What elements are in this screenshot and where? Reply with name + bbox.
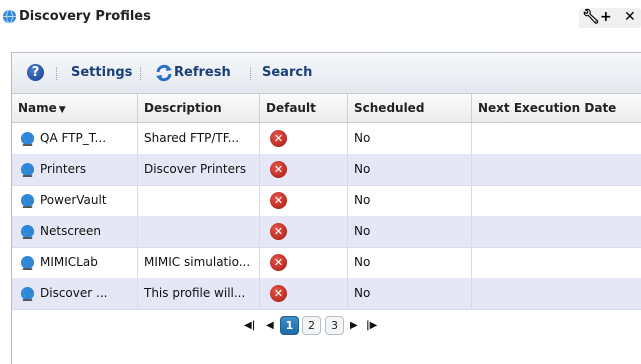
settings-button[interactable]: Settings: [71, 65, 132, 80]
plus-icon[interactable]: +: [600, 9, 612, 25]
globe-icon: [2, 9, 17, 24]
default-cell: ✕: [260, 278, 348, 309]
name-cell: Printers: [12, 154, 138, 185]
scheduled-cell: No: [348, 278, 472, 309]
first-page-icon[interactable]: ◀︎|: [244, 320, 255, 331]
description-cell: Discover Printers: [138, 154, 260, 185]
scheduled-cell: No: [348, 123, 472, 154]
name-cell: PowerVault: [12, 185, 138, 216]
scheduled-cell: No: [348, 154, 472, 185]
description-cell: MIMIC simulatio...: [138, 247, 260, 278]
description-cell: [138, 216, 260, 247]
page-1-button[interactable]: 1: [280, 316, 299, 335]
next-execution-cell: [472, 278, 641, 309]
x-icon: ✕: [270, 130, 287, 147]
sort-desc-icon: ▼: [58, 105, 66, 115]
column-header-description[interactable]: Description: [138, 94, 260, 122]
pagination: ◀︎| ◀︎ 1 2 3 ▶︎ |▶︎: [12, 310, 641, 364]
column-header-name[interactable]: Name ▼: [12, 94, 138, 122]
profile-globe-icon: [20, 193, 35, 208]
next-execution-cell: [472, 123, 641, 154]
name-cell: Netscreen: [12, 216, 138, 247]
page-2-button[interactable]: 2: [302, 316, 321, 335]
title-tools: 🔧︎ + ✕: [579, 8, 641, 28]
table-row[interactable]: QA FTP_T... Shared FTP/TF... ✕ No: [12, 123, 641, 155]
toolbar-separator: [250, 67, 253, 80]
scheduled-cell: No: [348, 185, 472, 216]
table-row[interactable]: Discover ... This profile will... ✕ No: [12, 278, 641, 310]
last-page-icon[interactable]: |▶︎: [366, 320, 377, 331]
profile-globe-icon: [20, 224, 35, 239]
name-cell: Discover ...: [12, 278, 138, 309]
help-icon[interactable]: ?: [27, 64, 44, 81]
table-header: Name ▼ Description Default Scheduled Next…: [12, 94, 641, 123]
column-header-default[interactable]: Default: [260, 94, 348, 122]
table-row[interactable]: Netscreen ✕ No: [12, 216, 641, 248]
x-icon: ✕: [270, 285, 287, 302]
x-icon: ✕: [270, 254, 287, 271]
default-cell: ✕: [260, 247, 348, 278]
close-icon[interactable]: ✕: [624, 9, 636, 25]
page-3-button[interactable]: 3: [325, 316, 344, 335]
column-header-scheduled[interactable]: Scheduled: [348, 94, 472, 122]
table-row[interactable]: PowerVault ✕ No: [12, 185, 641, 217]
table-row[interactable]: Printers Discover Printers ✕ No: [12, 154, 641, 186]
profile-globe-icon: [20, 131, 35, 146]
default-cell: ✕: [260, 185, 348, 216]
discovery-profiles-panel: ? Settings Refresh Search Name ▼ Descript…: [11, 52, 641, 364]
table-row[interactable]: MIMICLab MIMIC simulatio... ✕ No: [12, 247, 641, 279]
x-icon: ✕: [270, 161, 287, 178]
default-cell: ✕: [260, 216, 348, 247]
page-title: Discovery Profiles: [19, 9, 151, 24]
profile-globe-icon: [20, 162, 35, 177]
next-execution-cell: [472, 216, 641, 247]
next-execution-cell: [472, 247, 641, 278]
x-icon: ✕: [270, 192, 287, 209]
scheduled-cell: No: [348, 247, 472, 278]
description-cell: [138, 185, 260, 216]
profile-globe-icon: [20, 286, 35, 301]
wrench-icon[interactable]: 🔧︎: [582, 9, 600, 25]
description-cell: This profile will...: [138, 278, 260, 309]
default-cell: ✕: [260, 123, 348, 154]
refresh-icon[interactable]: [154, 63, 174, 83]
refresh-button[interactable]: Refresh: [174, 65, 231, 80]
scheduled-cell: No: [348, 216, 472, 247]
next-execution-cell: [472, 185, 641, 216]
toolbar-separator: [140, 67, 143, 80]
next-execution-cell: [472, 154, 641, 185]
previous-page-icon[interactable]: ◀︎: [266, 320, 274, 331]
column-header-next-execution-date[interactable]: Next Execution Date: [472, 94, 641, 122]
toolbar-separator: [56, 67, 59, 80]
x-icon: ✕: [270, 223, 287, 240]
description-cell: Shared FTP/TF...: [138, 123, 260, 154]
next-page-icon[interactable]: ▶︎: [350, 320, 358, 331]
default-cell: ✕: [260, 154, 348, 185]
profile-globe-icon: [20, 255, 35, 270]
name-cell: QA FTP_T...: [12, 123, 138, 154]
toolbar: ? Settings Refresh Search: [12, 53, 641, 94]
search-button[interactable]: Search: [262, 65, 312, 80]
name-cell: MIMICLab: [12, 247, 138, 278]
title-bar: Discovery Profiles 🔧︎ + ✕: [0, 0, 641, 36]
